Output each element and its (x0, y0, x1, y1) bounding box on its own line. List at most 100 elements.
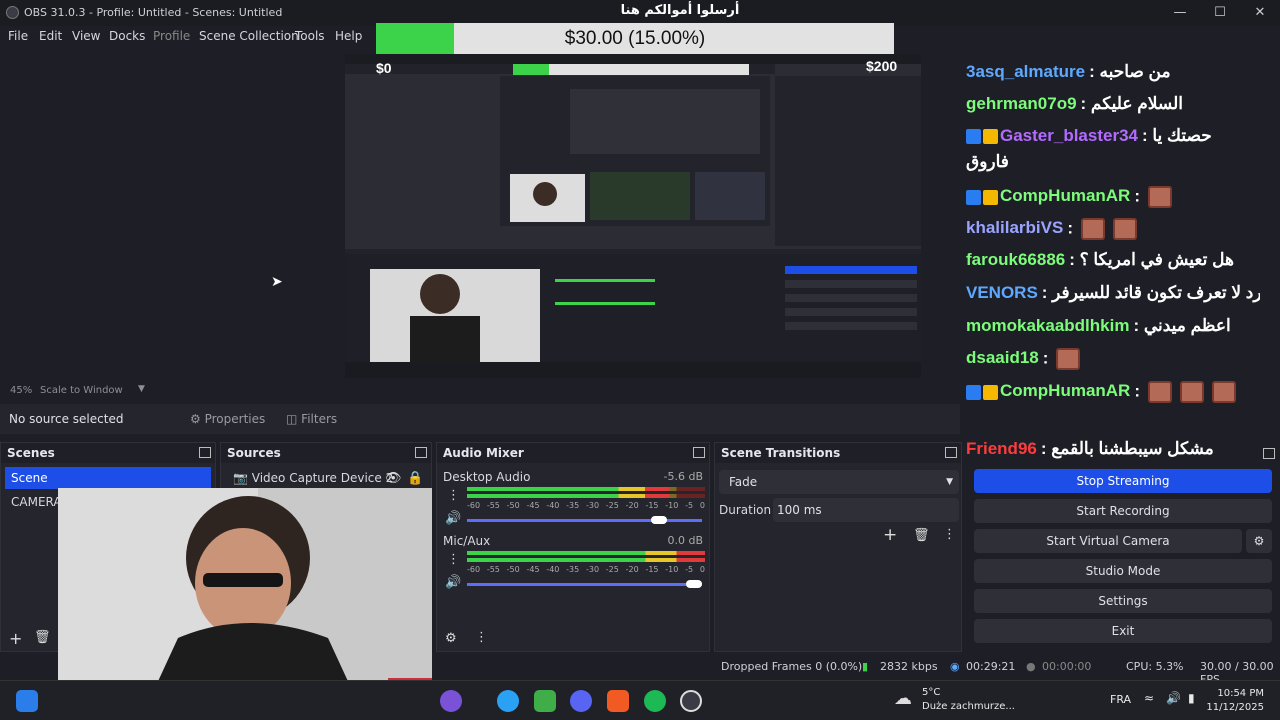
language-indicator[interactable]: FRA (1110, 693, 1131, 706)
scenes-title: Scenes (1, 443, 215, 463)
more-icon[interactable]: ⋮ (447, 552, 460, 567)
volume-meter (467, 558, 705, 562)
virtual-camera-settings-button[interactable]: ⚙ (1246, 529, 1272, 553)
spotify-icon[interactable] (644, 690, 666, 712)
properties-button[interactable]: ⚙ Properties (182, 408, 273, 430)
menu-edit[interactable]: Edit (39, 29, 62, 43)
close-button[interactable]: ✕ (1240, 2, 1280, 24)
meter-tick-label: -25 (605, 501, 619, 510)
studio-mode-button[interactable]: Studio Mode (974, 559, 1272, 583)
sources-title: Sources (221, 443, 431, 463)
transition-select[interactable]: Fade ▼ (719, 470, 959, 494)
start-recording-button[interactable]: Start Recording (974, 499, 1272, 523)
undock-icon[interactable] (1263, 448, 1275, 459)
menu-help[interactable]: Help (335, 29, 362, 43)
gear-icon[interactable]: ⚙ (445, 631, 457, 646)
windows-start-icon[interactable] (16, 690, 38, 712)
gear-icon: ⚙ (1253, 534, 1265, 548)
menu-scene-collection[interactable]: Scene Collection (199, 29, 299, 43)
filter-icon: ◫ (286, 412, 298, 426)
obs-icon[interactable] (680, 690, 702, 712)
chat-text: من صاحبه : (1089, 62, 1171, 81)
menu-profile[interactable]: Profile (153, 29, 190, 43)
meter-tick-label: -40 (546, 501, 560, 510)
meter-tick-label: -10 (665, 501, 679, 510)
transitions-dock: Scene Transitions Fade ▼ Duration 100 ms… (714, 442, 962, 652)
scale-mode[interactable]: Scale to Window (40, 385, 123, 396)
duration-input[interactable]: 100 ms (773, 498, 959, 522)
preview-zoom-row: 45% Scale to Window ▼ (0, 384, 345, 398)
chevron-down-icon: ▼ (946, 477, 953, 487)
add-scene-icon[interactable]: + (9, 629, 22, 648)
window-title: OBS 31.0.3 - Profile: Untitled - Scenes:… (24, 6, 283, 19)
clock[interactable]: 10:54 PM 11/12/2025 (1206, 687, 1264, 715)
chevron-down-icon[interactable]: ▼ (138, 384, 145, 394)
lock-icon[interactable]: 🔒 (407, 471, 423, 486)
clock-time: 10:54 PM (1217, 688, 1264, 699)
volume-meter (467, 494, 705, 498)
chat-text: : (1134, 381, 1141, 401)
settings-button[interactable]: Settings (974, 589, 1272, 613)
battery-icon[interactable]: ▮ (1188, 691, 1195, 705)
menu-file[interactable]: File (8, 29, 28, 43)
volume-slider[interactable] (467, 580, 702, 588)
meter-tick-label: -30 (585, 565, 600, 574)
more-icon[interactable]: ⋮ (475, 630, 488, 645)
undock-icon[interactable] (199, 447, 211, 458)
chat-text: : (1134, 186, 1141, 206)
undock-icon[interactable] (415, 447, 427, 458)
chat-text: انت قرد لا تعرف تكون قائد للسيرفر : (1041, 283, 1260, 302)
menu-tools[interactable]: Tools (295, 29, 325, 43)
meter-tick-label: -45 (526, 501, 540, 510)
undock-icon[interactable] (945, 447, 957, 458)
exit-button[interactable]: Exit (974, 619, 1272, 643)
filters-button[interactable]: ◫ Filters (278, 408, 345, 430)
brave-icon[interactable] (607, 690, 629, 712)
stop-streaming-button[interactable]: Stop Streaming (974, 469, 1272, 493)
chat-message: CompHumanAR: (966, 186, 1173, 208)
goal-min: $0 (376, 60, 392, 76)
wifi-icon[interactable]: ≈ (1144, 691, 1154, 705)
meter-ticks: -60 -55 -50 -45 -40 -35 -30 -25 -20 -15 -10 -5 0 (467, 565, 705, 574)
taskbar: ☁ 5°C Duże zachmurze... FRA ≈ 🔊 ▮ 10:54 … (0, 680, 1280, 720)
eye-icon[interactable]: 👁 (385, 471, 402, 486)
start-virtual-camera-button[interactable]: Start Virtual Camera (974, 529, 1242, 553)
add-transition-icon[interactable]: + (883, 525, 897, 545)
chat-username: Friend96 (966, 439, 1037, 458)
meter-tick-label: 0 (699, 565, 705, 574)
meter-tick-label: -50 (506, 501, 520, 510)
chat-badge-icon (983, 384, 998, 400)
context-bar: No source selected ⚙ Properties ◫ Filter… (0, 404, 960, 434)
volume-slider-knob[interactable] (650, 516, 667, 524)
filters-label: Filters (301, 412, 338, 426)
scene-item-scene[interactable]: Scene (5, 467, 211, 489)
maximize-button[interactable]: ☐ (1200, 2, 1240, 24)
menu-view[interactable]: View (72, 29, 100, 43)
volume-slider-knob[interactable] (686, 580, 702, 588)
trash-icon[interactable]: 🗑 (34, 630, 51, 645)
edge-icon[interactable] (497, 690, 519, 712)
meter-tick-label: 0 (699, 501, 705, 510)
more-icon[interactable]: ⋮ (447, 488, 460, 503)
meter-tick-label: -55 (486, 501, 500, 510)
app-icon[interactable] (534, 690, 556, 712)
chat-badge-icon (983, 189, 998, 205)
undock-icon[interactable] (693, 447, 705, 458)
meter-tick-label: -25 (605, 565, 619, 574)
goal-max: $200 (866, 58, 898, 74)
dropped-frames: Dropped Frames 0 (0.0%) (721, 660, 863, 673)
more-icon[interactable]: ⋮ (943, 527, 956, 542)
volume-icon[interactable]: 🔊 (1166, 691, 1181, 705)
speaker-icon[interactable]: 🔊 (445, 511, 461, 526)
discord-icon[interactable] (570, 690, 592, 712)
chat-text: : (1042, 348, 1049, 368)
controls-dock: Stop Streaming Start Recording Start Vir… (966, 448, 1280, 652)
minimize-button[interactable]: — (1160, 2, 1200, 24)
volume-slider[interactable] (467, 516, 702, 524)
stream-preview[interactable] (345, 54, 921, 378)
bitrate: 2832 kbps (880, 660, 938, 673)
speaker-icon[interactable]: 🔊 (445, 575, 461, 590)
menu-docks[interactable]: Docks (109, 29, 145, 43)
app-icon[interactable] (440, 690, 462, 712)
trash-icon[interactable]: 🗑 (913, 528, 930, 543)
